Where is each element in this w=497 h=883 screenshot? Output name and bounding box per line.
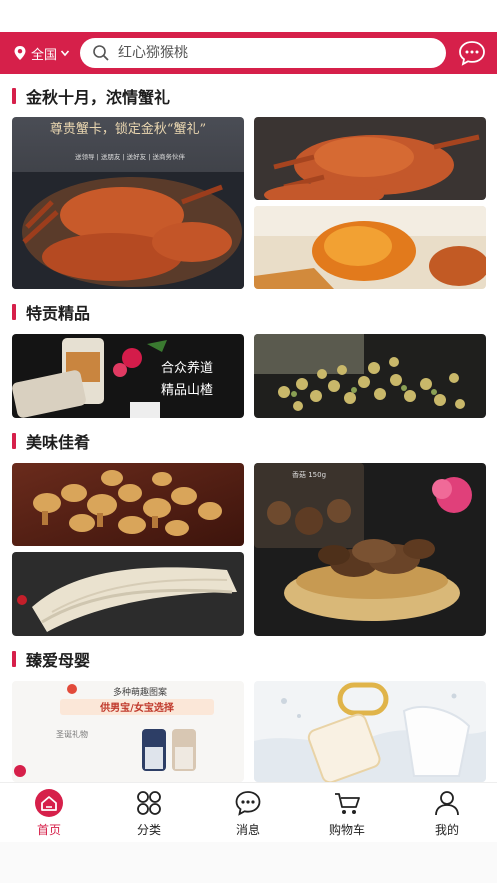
hawthorn-banner-card[interactable]: 合众养道 精品山楂: [12, 334, 244, 418]
hawthorn-banner-line1: 合众养道: [161, 360, 213, 376]
section-accent-bar: [12, 651, 16, 667]
hawthorn-banner-line2: 精品山楂: [161, 383, 213, 398]
chrysanthemum-card[interactable]: [254, 334, 486, 418]
baby-banner-line3: 圣诞礼物: [56, 729, 88, 739]
location-selector[interactable]: 全国: [13, 43, 70, 63]
section-title-text: 特贡精品: [26, 304, 91, 323]
section-title-crab: 金秋十月，浓情蟹礼: [12, 84, 170, 108]
crab-banner-image: 尊贵蟹卡，锁定金秋“蟹礼” 送领导 | 送朋友 | 送好友 | 送商务伙伴: [12, 117, 244, 289]
crab-roe-image: [254, 206, 486, 289]
baby-bottle-set-image: [254, 681, 486, 782]
system-nav-area: [0, 842, 497, 883]
chevron-down-icon: [60, 50, 70, 57]
section-title-text: 金秋十月，浓情蟹礼: [26, 88, 171, 107]
section-accent-bar: [12, 304, 16, 320]
bamboo-fungus-image: [12, 552, 244, 636]
section-accent-bar: [12, 433, 16, 449]
crab-photo-image: [254, 117, 486, 200]
tab-label: 购物车: [328, 823, 365, 837]
crab-photo-card[interactable]: [254, 117, 486, 200]
baby-bottle-set-card[interactable]: [254, 681, 486, 782]
chat-icon: [235, 791, 261, 816]
tab-label: 消息: [235, 823, 260, 837]
tab-cart[interactable]: 购物车: [312, 789, 382, 839]
chat-bubble-icon[interactable]: [458, 40, 486, 66]
crab-banner-card[interactable]: 尊贵蟹卡，锁定金秋“蟹礼” 送领导 | 送朋友 | 送好友 | 送商务伙伴: [12, 117, 244, 289]
crab-roe-card[interactable]: [254, 206, 486, 289]
section-title-specialty: 特贡精品: [12, 300, 90, 324]
search-icon: [93, 45, 109, 61]
baby-bottle-card[interactable]: 多种萌趣图案 供男宝/女宝选择 圣诞礼物: [12, 681, 244, 782]
search-input[interactable]: [118, 45, 418, 61]
location-label: 全国: [31, 47, 58, 63]
location-pin-icon: [14, 46, 26, 60]
home-icon: [35, 789, 63, 817]
mushroom-card[interactable]: [12, 463, 244, 546]
crab-banner-tags: 送领导 | 送朋友 | 送好友 | 送商务伙伴: [75, 152, 185, 161]
grid-icon: [137, 791, 161, 815]
mushroom-image: [12, 463, 244, 546]
section-title-delicacies: 美味佳肴: [12, 429, 90, 453]
crab-banner-headline: 尊贵蟹卡，锁定金秋“蟹礼”: [50, 121, 206, 137]
user-icon: [435, 791, 459, 816]
shiitake-image: 香菇 150g: [254, 463, 486, 636]
chrysanthemum-image: [254, 334, 486, 418]
status-bar: [0, 0, 497, 32]
tab-categories[interactable]: 分类: [114, 789, 184, 839]
section-title-text: 美味佳肴: [26, 433, 91, 452]
tab-messages[interactable]: 消息: [213, 789, 283, 839]
section-title-text: 臻爱母婴: [26, 651, 91, 670]
tab-label: 首页: [36, 823, 61, 837]
shiitake-card[interactable]: 香菇 150g: [254, 463, 486, 636]
section-accent-bar: [12, 88, 16, 104]
search-bar[interactable]: [80, 38, 446, 68]
baby-banner-line1: 多种萌趣图案: [113, 686, 167, 698]
baby-banner-line2: 供男宝/女宝选择: [99, 701, 175, 714]
tab-label: 分类: [136, 823, 161, 837]
baby-bottle-image: 多种萌趣图案 供男宝/女宝选择 圣诞礼物: [12, 681, 244, 782]
cart-icon: [335, 793, 360, 814]
hawthorn-banner-image: 合众养道 精品山楂: [12, 334, 244, 418]
section-title-baby: 臻爱母婴: [12, 647, 90, 671]
tab-profile[interactable]: 我的: [412, 789, 482, 839]
top-header: 全国: [0, 32, 497, 74]
tab-label: 我的: [434, 823, 459, 837]
bottom-tab-bar: 首页 分类 消息 购物车 我的: [0, 782, 497, 842]
bamboo-fungus-card[interactable]: [12, 552, 244, 636]
shiitake-jar-label: 香菇 150g: [292, 470, 326, 479]
tab-home[interactable]: 首页: [14, 789, 84, 839]
